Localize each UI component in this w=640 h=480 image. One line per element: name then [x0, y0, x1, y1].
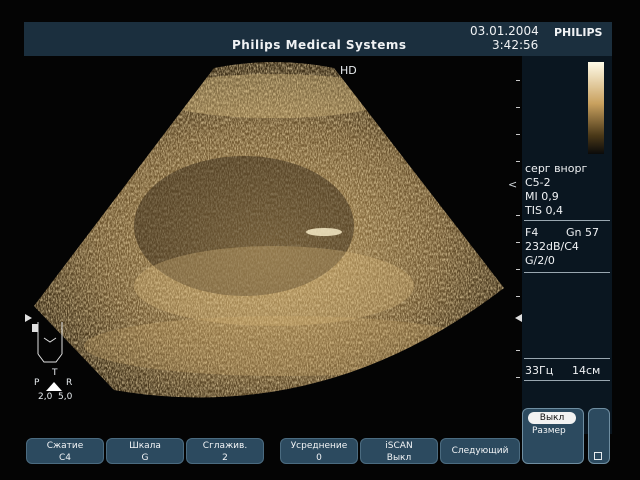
- depth-tick: [516, 242, 520, 243]
- softkey-value: 0: [316, 453, 322, 463]
- softkey-value: C4: [58, 453, 71, 463]
- body-marker-icon: [32, 322, 63, 363]
- softkey-label: Следующий: [451, 446, 509, 456]
- tis-value: TIS 0,4: [525, 204, 563, 217]
- marker-t: T: [52, 368, 58, 378]
- softkey-value: 2: [222, 453, 228, 463]
- g-value: G/2/0: [525, 254, 555, 267]
- header-time: 3:42:56: [492, 38, 539, 52]
- softkey-compression[interactable]: Сжатие C4: [26, 438, 104, 464]
- depth-tick: [516, 161, 520, 162]
- softkey-label: Сглажив.: [202, 441, 248, 451]
- sector-image: [34, 62, 504, 398]
- depth-tick: [516, 377, 520, 378]
- softkey-value: G: [141, 453, 149, 463]
- ultrasound-image-area: [24, 56, 522, 434]
- depth-tick: [516, 269, 520, 270]
- divider: [524, 358, 610, 359]
- divider: [524, 220, 610, 221]
- square-icon[interactable]: [594, 452, 602, 460]
- softkey-value: Выкл: [386, 453, 412, 463]
- softkey-averaging[interactable]: Усреднение 0: [280, 438, 358, 464]
- brand-logo: PHILIPS: [554, 26, 603, 39]
- divider: [524, 272, 610, 273]
- softkey-label: Сжатие: [46, 441, 84, 451]
- size-label: Размер: [532, 426, 566, 436]
- probe-label: C5-2: [525, 176, 551, 189]
- marker-r: R: [66, 378, 73, 388]
- softkey-iscan[interactable]: iSCAN Выкл: [360, 438, 438, 464]
- focus-marker-icon: [515, 314, 522, 322]
- depth-tick: [516, 134, 520, 135]
- softkey-label: Усреднение: [290, 441, 348, 451]
- off-toggle[interactable]: Выкл: [528, 412, 576, 424]
- header-bar: Philips Medical Systems 03.01.2004 3:42:…: [24, 22, 612, 56]
- depth-tick: [516, 296, 520, 297]
- softkey-next[interactable]: Следующий: [440, 438, 520, 464]
- depth-tick: [516, 107, 520, 108]
- marker-p: P: [34, 378, 40, 388]
- softkey-smoothing[interactable]: Сглажив. 2: [186, 438, 264, 464]
- header-date: 03.01.2004: [470, 24, 539, 38]
- softkey-label: iSCAN: [385, 441, 413, 451]
- f-value: F4: [525, 226, 539, 239]
- dynamic-range: 232dB/C4: [525, 240, 579, 253]
- mi-value: MI 0,9: [525, 190, 559, 203]
- frame-rate: 33Гц: [525, 364, 554, 377]
- marker-values: 2,0 5,0: [38, 392, 73, 402]
- triangle-icon: [46, 382, 62, 391]
- ultrasound-screen: Philips Medical Systems 03.01.2004 3:42:…: [0, 0, 640, 480]
- header-title: Philips Medical Systems: [232, 38, 407, 52]
- depth-tick: [516, 80, 520, 81]
- depth-tick: [516, 350, 520, 351]
- gain-value: Gn 57: [566, 226, 599, 239]
- divider: [524, 380, 610, 381]
- softkey-scale[interactable]: Шкала G: [106, 438, 184, 464]
- depth-value: 14см: [572, 364, 601, 377]
- grayscale-bar: [588, 62, 604, 154]
- depth-tick: [516, 215, 520, 216]
- hd-label: HD: [340, 64, 357, 77]
- chevron-left-icon[interactable]: <: [508, 178, 517, 191]
- softkey-label: Шкала: [129, 441, 161, 451]
- preset-label: серг внорг: [525, 162, 588, 175]
